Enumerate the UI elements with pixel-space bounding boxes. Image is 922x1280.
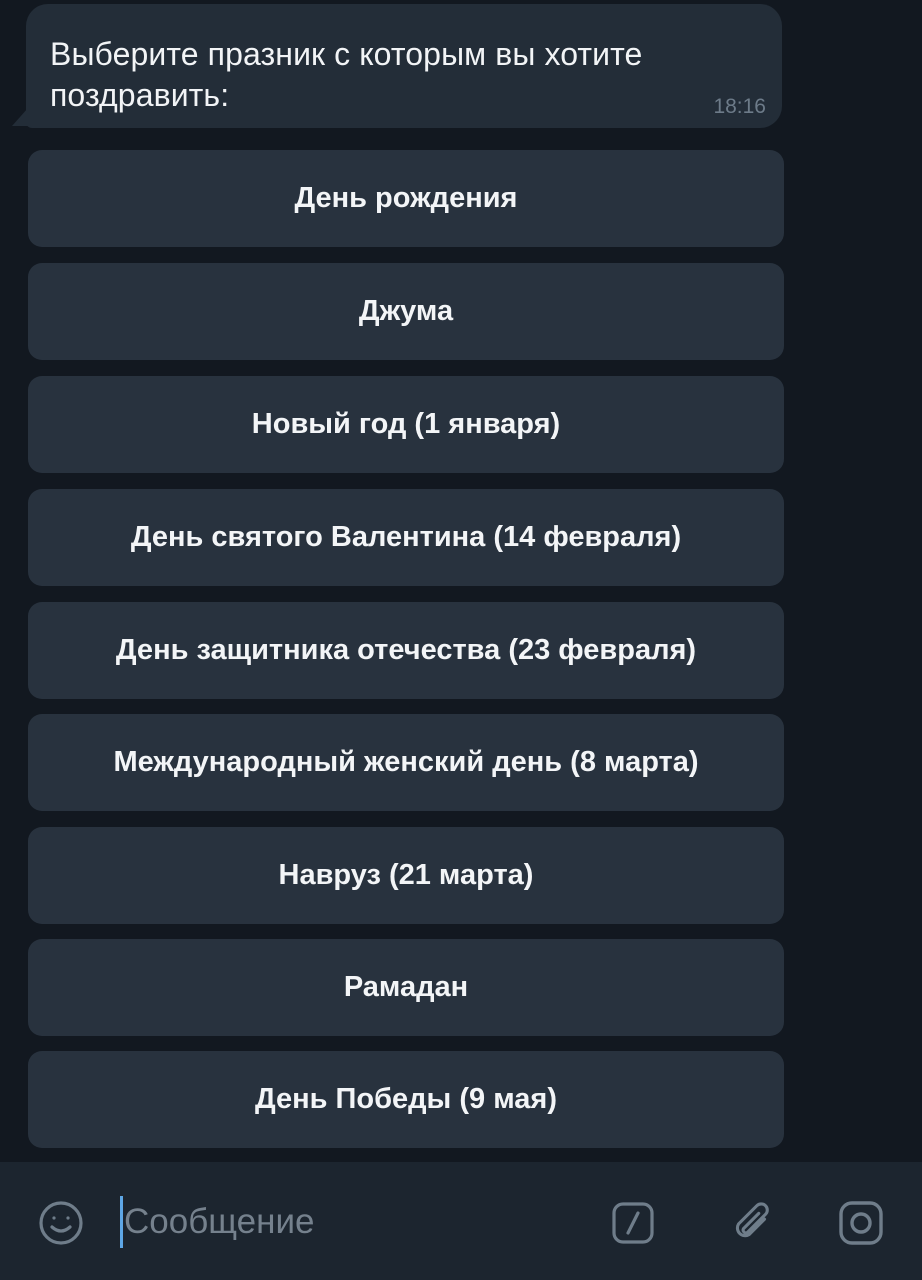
camera-icon[interactable] [836, 1198, 886, 1248]
paperclip-icon[interactable] [728, 1198, 778, 1248]
keyboard-button-new-year[interactable]: Новый год (1 января) [28, 376, 784, 473]
message-time: 18:16 [713, 95, 766, 118]
message-text: Выберите празник с которым вы хотите поз… [50, 36, 643, 113]
slash-command-icon[interactable] [608, 1198, 658, 1248]
chat-area: Выберите празник с которым вы хотите поз… [0, 0, 922, 1162]
text-caret [120, 1196, 123, 1248]
keyboard-button-navruz[interactable]: Навруз (21 марта) [28, 827, 784, 924]
message-input-wrap[interactable] [120, 1192, 580, 1252]
message-bubble: Выберите празник с которым вы хотите поз… [26, 4, 782, 128]
keyboard-button-valentine[interactable]: День святого Валентина (14 февраля) [28, 489, 784, 586]
keyboard-button-womens-day[interactable]: Международный женский день (8 марта) [28, 714, 784, 811]
keyboard-button-ramadan[interactable]: Рамадан [28, 939, 784, 1036]
keyboard-button-juma[interactable]: Джума [28, 263, 784, 360]
message-input[interactable] [124, 1202, 544, 1242]
smile-icon[interactable] [36, 1198, 86, 1248]
keyboard-button-victory-day[interactable]: День Победы (9 мая) [28, 1051, 784, 1148]
keyboard-button-birthday[interactable]: День рождения [28, 150, 784, 247]
message-bubble-tail [12, 108, 28, 126]
keyboard-button-defender-day[interactable]: День защитника отечества (23 февраля) [28, 602, 784, 699]
message-composer [0, 1162, 922, 1280]
